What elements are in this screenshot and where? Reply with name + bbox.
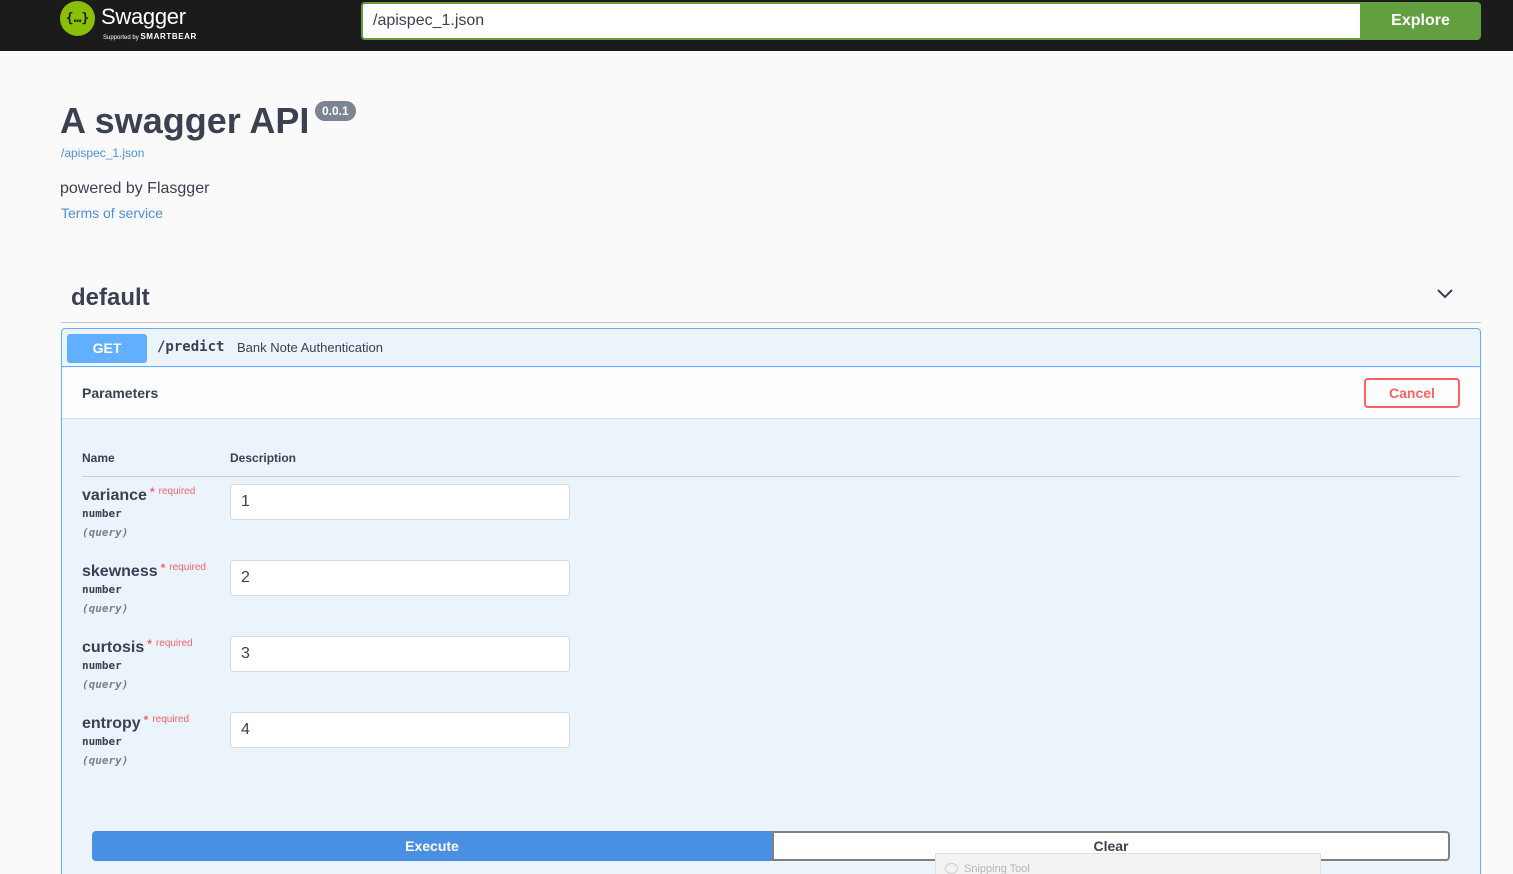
parameter-type: number (82, 659, 122, 672)
parameter-type: number (82, 507, 122, 520)
operation-path: /predict (157, 339, 225, 355)
chevron-down-icon[interactable] (1436, 288, 1454, 300)
parameter-name-text: curtosis (82, 639, 145, 656)
entropy-input[interactable] (230, 712, 570, 748)
required-label: required (169, 562, 206, 573)
parameter-name-text: skewness (82, 563, 158, 580)
parameter-name-text: entropy (82, 715, 141, 732)
tag-divider (61, 322, 1481, 323)
version-badge: 0.0.1 (315, 101, 356, 121)
curtosis-input[interactable] (230, 636, 570, 672)
top-bar: {…} Swagger Supported by SMARTBEAR Explo… (0, 0, 1513, 51)
snipping-tool-window[interactable]: Snipping Tool (935, 853, 1321, 874)
parameter-location: (query) (82, 602, 129, 615)
column-header-description: Description (230, 451, 297, 465)
required-label: required (155, 638, 193, 649)
logo-sub-brand: SMARTBEAR (140, 32, 197, 41)
parameters-header: Parameters Cancel (62, 368, 1480, 419)
required-star: * (147, 637, 152, 651)
column-header-name: Name (82, 451, 115, 465)
parameter-location: (query) (82, 526, 129, 539)
spec-url-link[interactable]: /apispec_1.json (61, 146, 144, 160)
parameters-title: Parameters (82, 385, 159, 401)
skewness-input[interactable] (230, 560, 570, 596)
scissors-icon (945, 863, 958, 874)
parameter-name: skewness * required (82, 561, 206, 581)
operation-summary[interactable]: GET /predict Bank Note Authentication (62, 329, 1480, 367)
method-badge: GET (67, 334, 147, 363)
parameter-row: skewness * required number (query) (82, 560, 582, 639)
parameter-name: curtosis * required (82, 637, 193, 657)
parameter-name: entropy * required (82, 713, 190, 733)
tag-title[interactable]: default (71, 284, 150, 312)
page-title: A swagger API (60, 100, 310, 141)
execute-button[interactable]: Execute (92, 831, 772, 861)
parameter-row: curtosis * required number (query) (82, 636, 582, 715)
logo-text: Swagger (101, 4, 186, 29)
parameter-row: entropy * required number (query) (82, 712, 582, 791)
parameter-name-text: variance (82, 487, 147, 504)
parameter-type: number (82, 735, 122, 748)
cancel-button[interactable]: Cancel (1364, 378, 1460, 408)
terms-of-service-link[interactable]: Terms of service (61, 205, 163, 221)
spec-url-input[interactable] (361, 2, 1361, 40)
swagger-logo[interactable]: {…} Swagger Supported by SMARTBEAR (60, 1, 210, 45)
logo-sub-prefix: Supported by (103, 35, 139, 41)
logo-subtitle: Supported by SMARTBEAR (103, 32, 197, 41)
snipping-tool-label: Snipping Tool (964, 863, 1030, 874)
variance-input[interactable] (230, 484, 570, 520)
parameter-name: variance * required (82, 485, 196, 505)
operation-block: GET /predict Bank Note Authentication Pa… (61, 328, 1481, 874)
api-description: powered by Flasgger (60, 180, 210, 197)
header-divider (82, 476, 1460, 477)
required-star: * (143, 713, 149, 727)
parameter-type: number (82, 583, 122, 596)
required-label: required (152, 714, 190, 725)
required-label: required (158, 486, 196, 497)
parameter-row: variance * required number (query) (82, 484, 582, 563)
swagger-logo-icon: {…} (60, 1, 95, 36)
parameter-location: (query) (82, 754, 129, 767)
required-star: * (149, 485, 155, 499)
operation-summary-text: Bank Note Authentication (237, 340, 383, 355)
parameter-location: (query) (82, 678, 129, 691)
explore-button[interactable]: Explore (1360, 2, 1481, 40)
required-star: * (160, 561, 166, 575)
